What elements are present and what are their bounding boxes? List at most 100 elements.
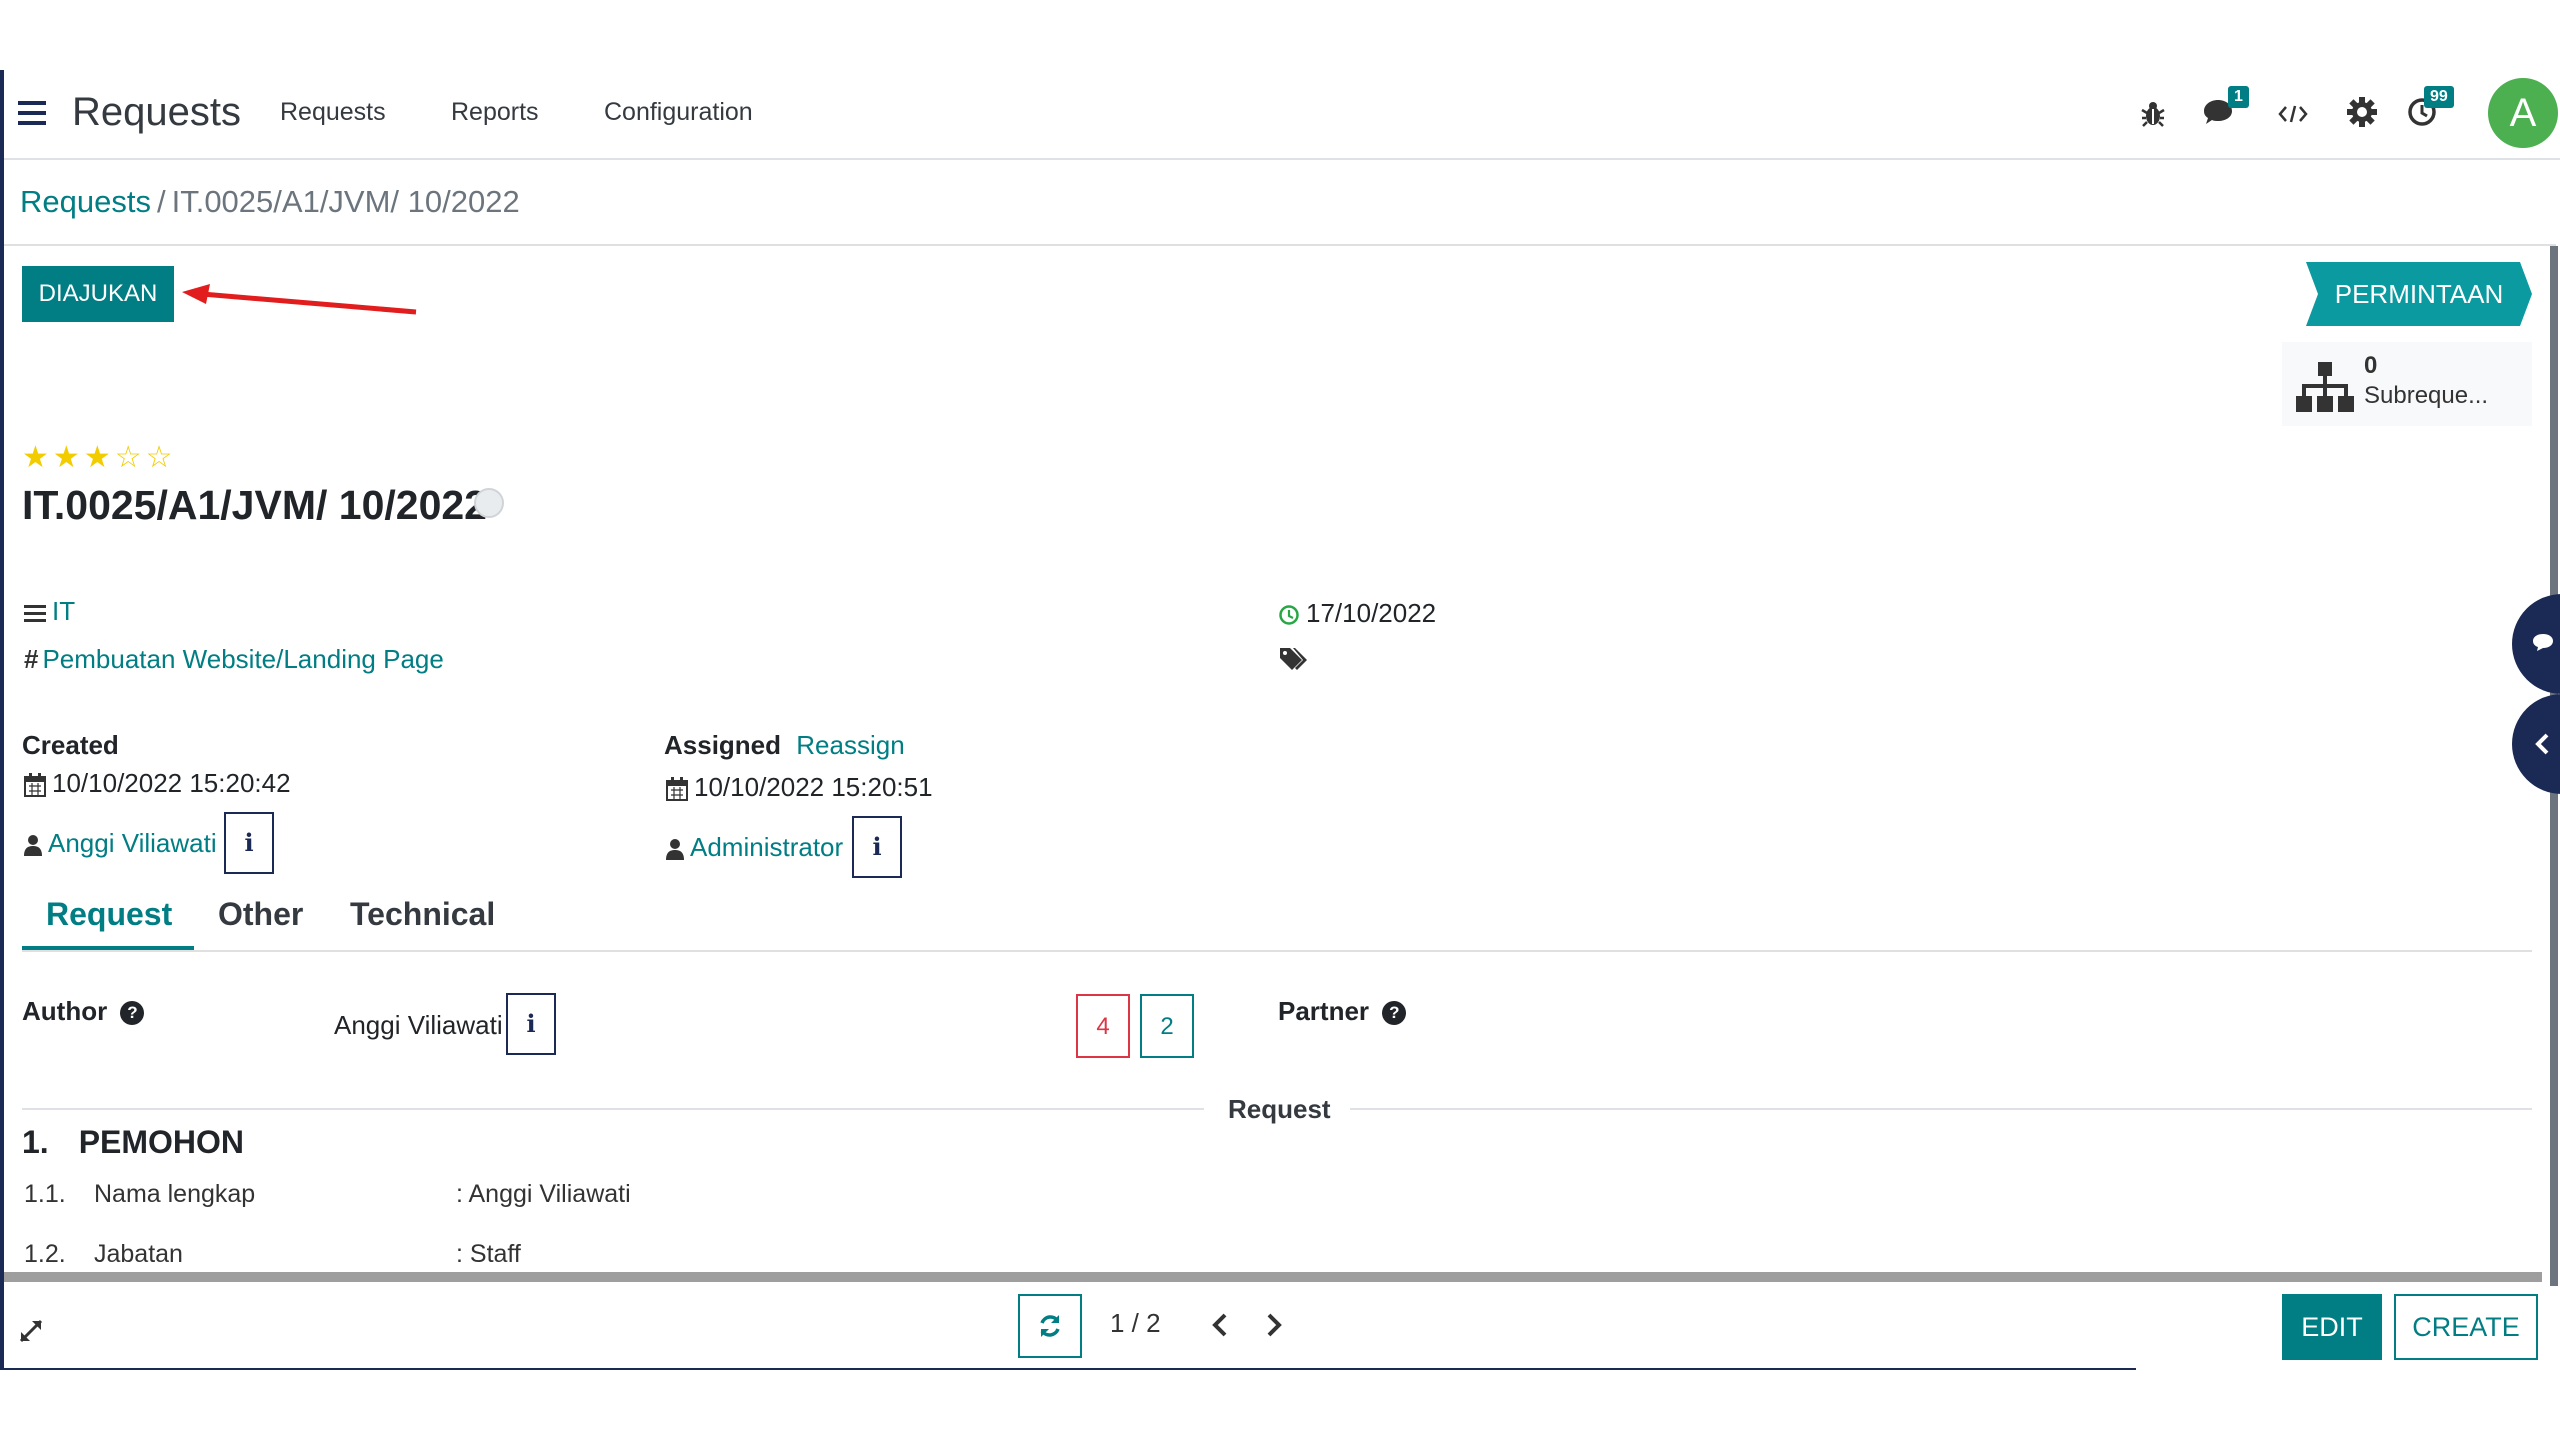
gear-icon[interactable] bbox=[2346, 96, 2378, 128]
category-field: IT bbox=[24, 596, 75, 627]
nav-menu-reports[interactable]: Reports bbox=[451, 98, 539, 127]
category-link[interactable]: IT bbox=[52, 596, 75, 626]
row-label: Nama lengkap bbox=[94, 1180, 256, 1208]
subrequests-label: Subreque... bbox=[2364, 382, 2489, 409]
user-icon bbox=[24, 834, 42, 857]
hash-icon: # bbox=[24, 644, 39, 674]
sitemap-icon bbox=[2296, 362, 2354, 412]
bug-icon[interactable] bbox=[2140, 100, 2166, 128]
calendar-icon bbox=[24, 773, 46, 798]
tab-other[interactable]: Other bbox=[218, 896, 303, 933]
section-heading: 1. PEMOHON bbox=[22, 1124, 244, 1161]
state-button[interactable]: DIAJUKAN bbox=[22, 266, 174, 322]
top-navbar: Requests Requests Reports Configuration … bbox=[4, 70, 2560, 160]
hamburger-menu-icon[interactable] bbox=[18, 100, 46, 126]
section-number: 1. bbox=[22, 1124, 49, 1160]
nav-menu-requests[interactable]: Requests bbox=[280, 98, 386, 127]
tabs-border bbox=[22, 950, 2532, 952]
request-type-field: # Pembuatan Website/Landing Page bbox=[24, 644, 444, 675]
chat-small-icon bbox=[2532, 632, 2554, 652]
messages-count-badge: 1 bbox=[2228, 86, 2249, 108]
tab-technical[interactable]: Technical bbox=[350, 896, 495, 933]
chevron-left-icon bbox=[2534, 732, 2550, 756]
row-number: 1.2. bbox=[24, 1240, 66, 1268]
assigned-user-link[interactable]: Administrator bbox=[690, 832, 843, 862]
assigned-date-field: 10/10/2022 15:20:51 bbox=[666, 772, 933, 803]
breadcrumb-current: IT.0025/A1/JVM/ 10/2022 bbox=[171, 184, 520, 219]
tags-icon[interactable] bbox=[1278, 646, 1308, 670]
side-collapse-bubble[interactable] bbox=[2512, 694, 2560, 794]
nav-menu-configuration[interactable]: Configuration bbox=[604, 98, 753, 127]
star-filled-icon[interactable]: ★ bbox=[53, 440, 80, 475]
created-by-user-link[interactable]: Anggi Viliawati bbox=[48, 828, 217, 858]
horizontal-scrollbar[interactable] bbox=[4, 1272, 2542, 1282]
assigned-to-field: Administrator bbox=[666, 832, 843, 863]
priority-stars[interactable]: ★ ★ ★ ☆ ☆ bbox=[22, 440, 177, 475]
refresh-icon bbox=[1037, 1313, 1063, 1339]
previous-record-button[interactable] bbox=[1210, 1312, 1230, 1338]
create-button[interactable]: CREATE bbox=[2394, 1294, 2538, 1360]
created-date-field: 10/10/2022 15:20:42 bbox=[24, 768, 291, 799]
created-user-info-button[interactable]: i bbox=[224, 812, 274, 874]
author-name-link[interactable]: Anggi Viliawati bbox=[334, 1010, 503, 1041]
deadline-date: 17/10/2022 bbox=[1306, 598, 1437, 628]
star-empty-icon[interactable]: ☆ bbox=[146, 440, 173, 475]
record-title: IT.0025/A1/JVM/ 10/2022 bbox=[22, 482, 487, 528]
count-box-red[interactable]: 4 bbox=[1076, 994, 1130, 1058]
author-label-field: Author ? bbox=[22, 996, 145, 1027]
subrequests-smart-button[interactable]: 0 Subreque... bbox=[2282, 342, 2532, 426]
author-help-icon[interactable]: ? bbox=[120, 1001, 145, 1025]
request-type-link[interactable]: Pembuatan Website/Landing Page bbox=[42, 644, 443, 674]
created-by-field: Anggi Viliawati bbox=[24, 828, 217, 859]
red-annotation-arrow bbox=[180, 280, 420, 320]
activities-count-badge: 99 bbox=[2424, 86, 2454, 108]
row-label: Jabatan bbox=[94, 1240, 183, 1268]
edit-button[interactable]: EDIT bbox=[2282, 1294, 2382, 1360]
user-icon bbox=[666, 838, 684, 861]
separator-line-right bbox=[1350, 1108, 2532, 1110]
section-title: PEMOHON bbox=[78, 1124, 245, 1160]
assigned-date: 10/10/2022 15:20:51 bbox=[694, 772, 933, 802]
author-label: Author bbox=[22, 996, 108, 1026]
clock-small-icon bbox=[1278, 604, 1300, 626]
assigned-header: Assigned Reassign bbox=[664, 730, 905, 761]
partner-label: Partner bbox=[1278, 996, 1370, 1026]
breadcrumb: Requests / IT.0025/A1/JVM/ 10/2022 bbox=[20, 184, 520, 220]
row-value: : Staff bbox=[456, 1240, 521, 1268]
author-info-button[interactable]: i bbox=[506, 993, 556, 1055]
breadcrumb-separator: / bbox=[156, 184, 166, 219]
next-record-button[interactable] bbox=[1264, 1312, 1284, 1338]
star-filled-icon[interactable]: ★ bbox=[22, 440, 49, 475]
refresh-button[interactable] bbox=[1018, 1294, 1082, 1358]
side-chat-bubble[interactable] bbox=[2512, 594, 2560, 694]
created-date: 10/10/2022 15:20:42 bbox=[52, 768, 291, 798]
breadcrumb-parent-link[interactable]: Requests bbox=[20, 184, 151, 219]
app-title: Requests bbox=[72, 90, 241, 134]
tab-request[interactable]: Request bbox=[46, 896, 172, 933]
left-edge-bar bbox=[0, 70, 4, 1370]
header-divider bbox=[4, 244, 2556, 246]
expand-icon[interactable] bbox=[18, 1318, 44, 1344]
partner-label-field: Partner ? bbox=[1278, 996, 1407, 1027]
reassign-link[interactable]: Reassign bbox=[796, 730, 904, 760]
row-value: : Anggi Viliawati bbox=[456, 1180, 631, 1208]
row-number: 1.1. bbox=[24, 1180, 66, 1208]
code-icon[interactable] bbox=[2278, 104, 2308, 124]
assigned-label: Assigned bbox=[664, 730, 782, 760]
user-avatar[interactable]: A bbox=[2488, 78, 2558, 148]
pager-value[interactable]: 1 / 2 bbox=[1110, 1308, 1161, 1339]
separator-label: Request bbox=[1228, 1094, 1331, 1124]
deadline-field: 17/10/2022 bbox=[1278, 598, 1436, 629]
created-label: Created bbox=[22, 730, 119, 760]
list-icon bbox=[24, 604, 46, 623]
separator-line-left bbox=[22, 1108, 1204, 1110]
calendar-icon bbox=[666, 777, 688, 802]
count-box-teal[interactable]: 2 bbox=[1140, 994, 1194, 1058]
subrequests-count: 0 bbox=[2364, 352, 2378, 379]
partner-help-icon[interactable]: ? bbox=[1382, 1001, 1407, 1025]
kanban-state-indicator[interactable] bbox=[474, 488, 504, 518]
stage-permintaan-button[interactable]: PERMINTAAN bbox=[2306, 262, 2532, 326]
assigned-user-info-button[interactable]: i bbox=[852, 816, 902, 878]
star-filled-icon[interactable]: ★ bbox=[84, 440, 111, 475]
star-empty-icon[interactable]: ☆ bbox=[115, 440, 142, 475]
